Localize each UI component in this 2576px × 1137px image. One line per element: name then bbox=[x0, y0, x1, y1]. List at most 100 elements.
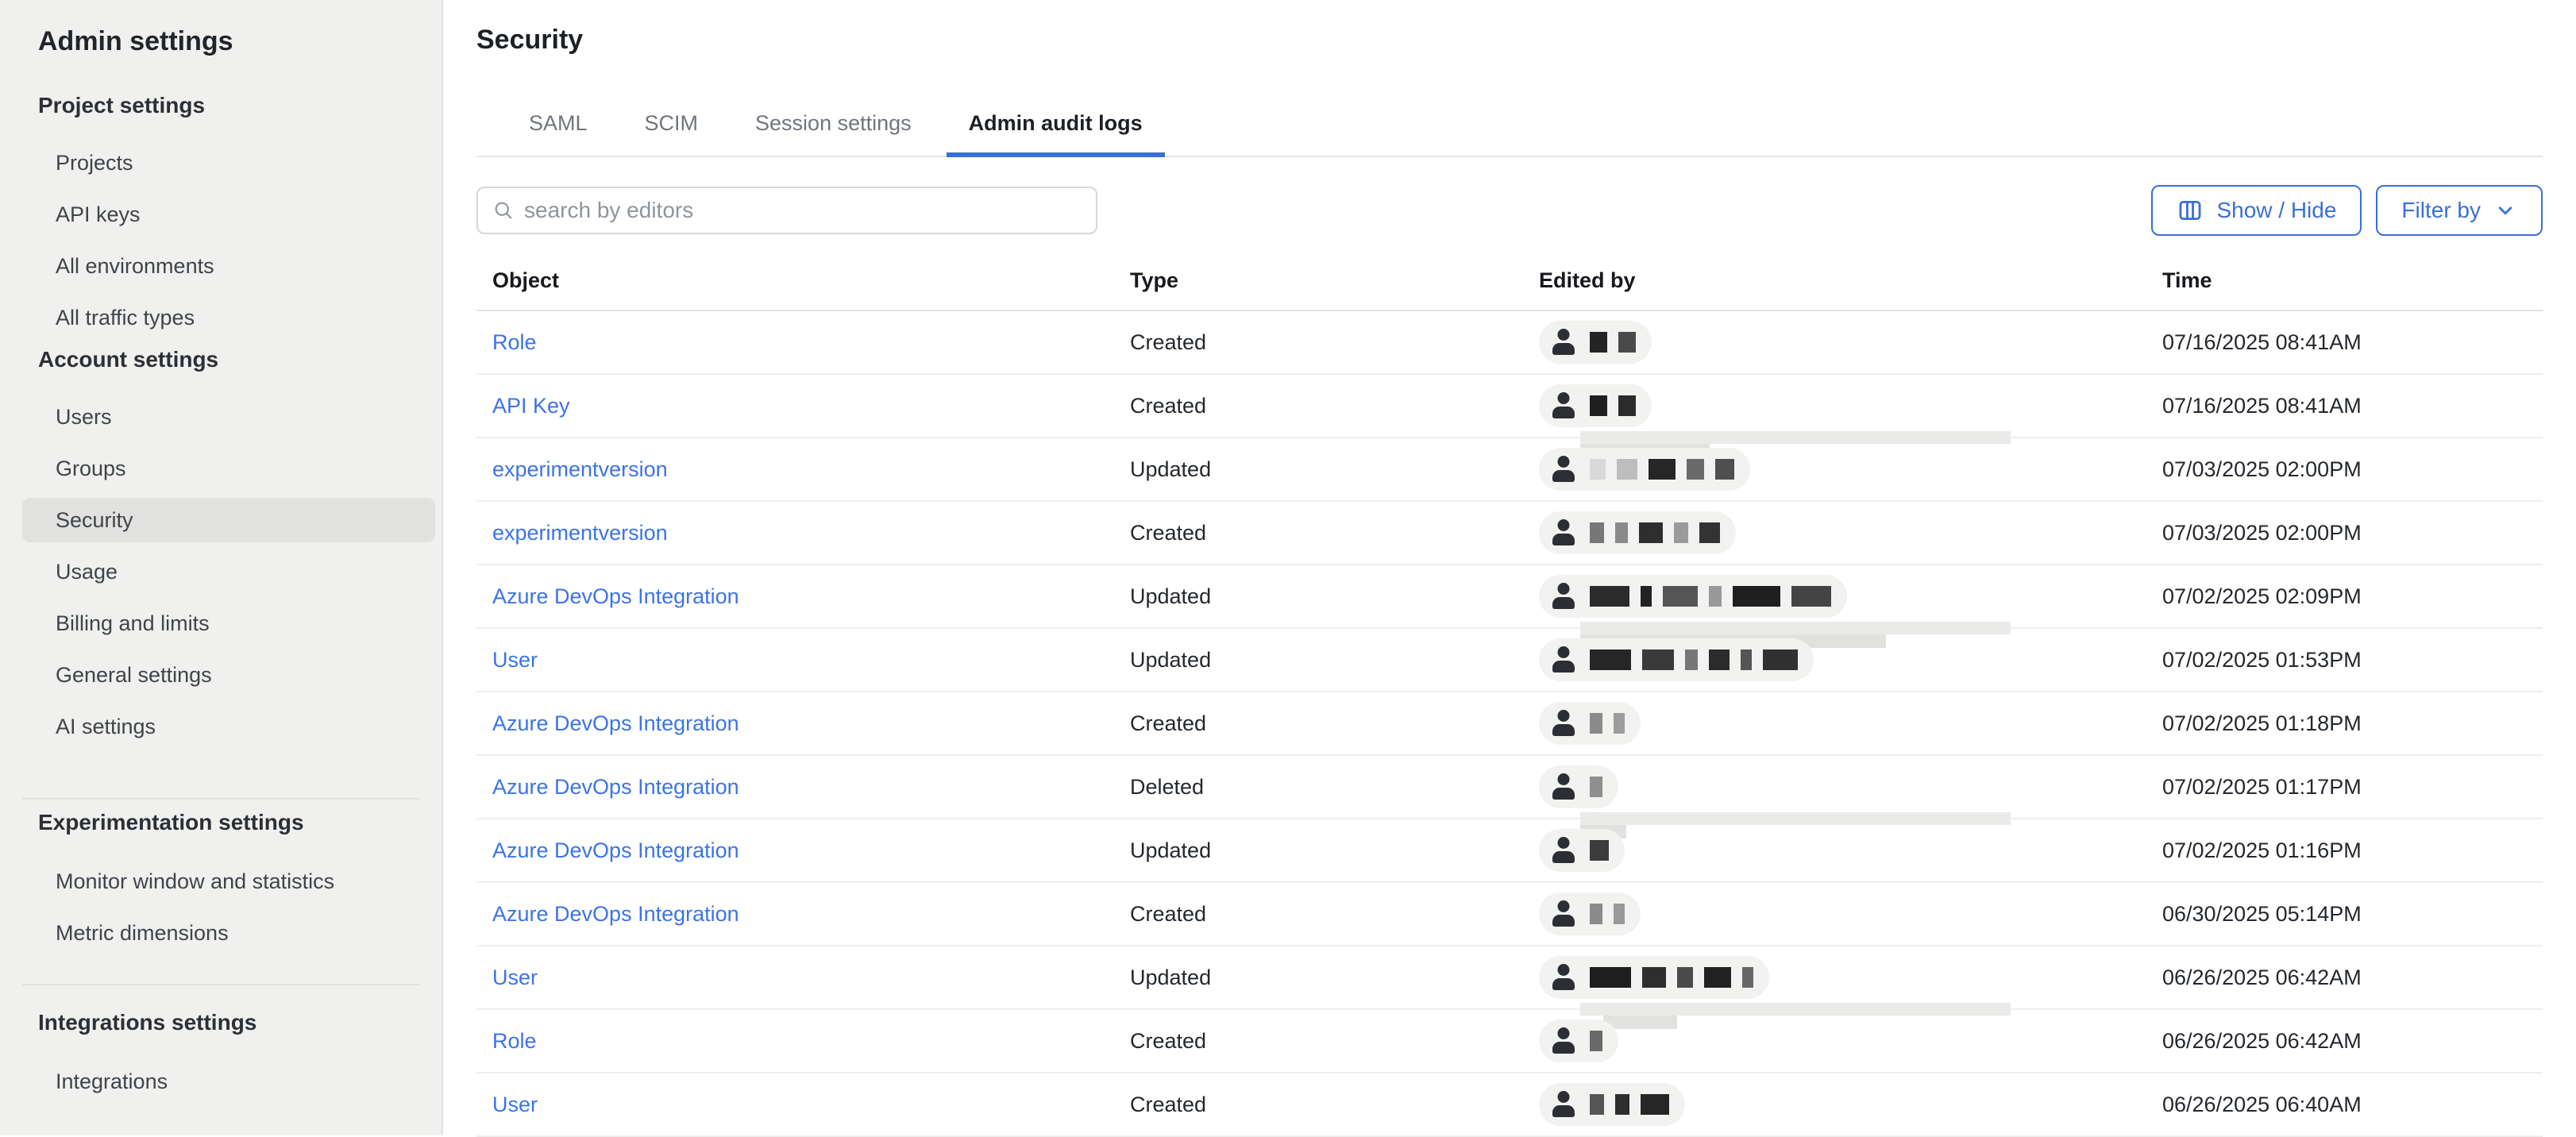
search-input[interactable] bbox=[524, 198, 1082, 223]
editor-badge bbox=[1539, 765, 1618, 808]
table-body: Role Created 07/16/2025 08:41AM API Key … bbox=[476, 310, 2543, 1136]
redaction-block bbox=[1615, 1094, 1629, 1115]
sidebar-section-heading-experimentation-settings: Experimentation settings bbox=[38, 809, 442, 836]
tab-admin-audit-logs[interactable]: Admin audit logs bbox=[947, 110, 1165, 156]
show-hide-button[interactable]: Show / Hide bbox=[2151, 185, 2362, 236]
table-row: experimentversion Created 07/03/2025 02:… bbox=[476, 501, 2543, 565]
sidebar-item-groups[interactable]: Groups bbox=[22, 446, 435, 491]
tab-bar: SAML SCIM Session settings Admin audit logs bbox=[476, 110, 2543, 157]
type-cell: Created bbox=[1130, 501, 1539, 565]
type-cell: Created bbox=[1130, 1073, 1539, 1136]
editor-badge bbox=[1539, 575, 1847, 618]
redacted-editor-name bbox=[1590, 395, 1636, 416]
edited-by-cell bbox=[1539, 946, 2162, 1009]
redaction-overlay-bar bbox=[1580, 1003, 2011, 1016]
edited-by-cell bbox=[1539, 501, 2162, 565]
redaction-block bbox=[1590, 967, 1631, 988]
redacted-editor-name bbox=[1590, 459, 1734, 480]
time-cell: 07/02/2025 01:17PM bbox=[2162, 755, 2543, 819]
table-row: Azure DevOps Integration Deleted 07/02/2… bbox=[476, 755, 2543, 819]
columns-icon bbox=[2177, 197, 2204, 224]
redaction-block bbox=[1590, 1031, 1602, 1051]
table-row: Azure DevOps Integration Updated 07/02/2… bbox=[476, 565, 2543, 628]
redaction-block bbox=[1791, 586, 1831, 607]
object-link[interactable]: Azure DevOps Integration bbox=[492, 838, 739, 862]
tab-scim[interactable]: SCIM bbox=[623, 110, 721, 156]
sidebar-item-billing-and-limits[interactable]: Billing and limits bbox=[22, 601, 435, 646]
sidebar-item-all-environments[interactable]: All environments bbox=[22, 244, 435, 288]
editor-badge bbox=[1539, 448, 1750, 491]
table-row: Role Created 07/16/2025 08:41AM bbox=[476, 310, 2543, 374]
sidebar-section-heading-project-settings: Project settings bbox=[38, 92, 442, 119]
redaction-block bbox=[1642, 967, 1666, 988]
sidebar-item-users[interactable]: Users bbox=[22, 395, 435, 439]
redaction-block bbox=[1699, 522, 1720, 543]
edited-by-cell bbox=[1539, 755, 2162, 819]
sidebar-item-metric-dimensions[interactable]: Metric dimensions bbox=[22, 911, 435, 955]
sidebar-item-usage[interactable]: Usage bbox=[22, 549, 435, 594]
redaction-block bbox=[1618, 332, 1636, 353]
object-link[interactable]: Azure DevOps Integration bbox=[492, 775, 739, 799]
sidebar-item-all-traffic-types[interactable]: All traffic types bbox=[22, 295, 435, 340]
chevron-down-icon bbox=[2493, 198, 2517, 222]
sidebar-item-general-settings[interactable]: General settings bbox=[22, 653, 435, 697]
tab-session-settings[interactable]: Session settings bbox=[733, 110, 934, 156]
redaction-block bbox=[1590, 713, 1602, 734]
search-icon bbox=[492, 199, 515, 222]
redaction-block bbox=[1590, 332, 1607, 353]
time-cell: 07/16/2025 08:41AM bbox=[2162, 310, 2543, 374]
person-icon bbox=[1552, 1090, 1575, 1119]
type-cell: Updated bbox=[1130, 437, 1539, 501]
sidebar-item-projects[interactable]: Projects bbox=[22, 141, 435, 185]
audit-log-table: Object Type Edited by Time Role Created … bbox=[476, 236, 2543, 1137]
editor-badge bbox=[1539, 1083, 1685, 1126]
redaction-block bbox=[1590, 649, 1631, 670]
object-link[interactable]: User bbox=[492, 648, 538, 672]
object-link[interactable]: User bbox=[492, 1093, 538, 1116]
redaction-block bbox=[1614, 713, 1625, 734]
sidebar-section-heading-account-settings: Account settings bbox=[38, 346, 442, 373]
redacted-editor-name bbox=[1590, 713, 1625, 734]
redaction-overlay-bar bbox=[1580, 431, 2011, 444]
redaction-block bbox=[1763, 649, 1798, 670]
person-icon bbox=[1552, 1027, 1575, 1055]
table-row: API Key Created 07/16/2025 08:41AM bbox=[476, 374, 2543, 437]
redaction-block bbox=[1641, 1094, 1669, 1115]
redaction-block bbox=[1618, 395, 1636, 416]
object-link[interactable]: experimentversion bbox=[492, 521, 668, 545]
filter-by-button[interactable]: Filter by bbox=[2376, 185, 2543, 236]
search-box[interactable] bbox=[476, 187, 1097, 234]
table-row: Azure DevOps Integration Created 07/02/2… bbox=[476, 692, 2543, 755]
person-icon bbox=[1552, 900, 1575, 928]
sidebar-item-integrations[interactable]: Integrations bbox=[22, 1059, 435, 1104]
object-link[interactable]: Azure DevOps Integration bbox=[492, 902, 739, 926]
tab-saml[interactable]: SAML bbox=[507, 110, 610, 156]
redaction-block bbox=[1642, 649, 1674, 670]
redaction-overlay-bar bbox=[1580, 622, 2011, 634]
person-icon bbox=[1552, 328, 1575, 357]
sidebar-item-api-keys[interactable]: API keys bbox=[22, 192, 435, 237]
type-cell: Created bbox=[1130, 310, 1539, 374]
edited-by-cell bbox=[1539, 628, 2162, 692]
person-icon bbox=[1552, 582, 1575, 611]
redacted-editor-name bbox=[1590, 649, 1798, 670]
object-link[interactable]: experimentversion bbox=[492, 457, 668, 481]
redaction-block bbox=[1590, 522, 1604, 543]
table-row: User Updated 07/02/2025 01:53PM bbox=[476, 628, 2543, 692]
object-link[interactable]: Azure DevOps Integration bbox=[492, 584, 739, 608]
type-cell: Created bbox=[1130, 1009, 1539, 1073]
object-link[interactable]: Role bbox=[492, 1029, 537, 1053]
object-link[interactable]: Role bbox=[492, 330, 537, 354]
redaction-block bbox=[1704, 967, 1731, 988]
editor-badge bbox=[1539, 829, 1625, 872]
object-link[interactable]: User bbox=[492, 965, 538, 989]
object-link[interactable]: Azure DevOps Integration bbox=[492, 711, 739, 735]
sidebar-item-security[interactable]: Security bbox=[22, 498, 435, 542]
person-icon bbox=[1552, 455, 1575, 484]
sidebar-item-ai-settings[interactable]: AI settings bbox=[22, 704, 435, 749]
sidebar-item-monitor-window-and-statistics[interactable]: Monitor window and statistics bbox=[22, 859, 435, 904]
editor-badge bbox=[1539, 1019, 1618, 1062]
redaction-block bbox=[1677, 967, 1693, 988]
time-cell: 07/02/2025 01:53PM bbox=[2162, 628, 2543, 692]
object-link[interactable]: API Key bbox=[492, 394, 570, 418]
